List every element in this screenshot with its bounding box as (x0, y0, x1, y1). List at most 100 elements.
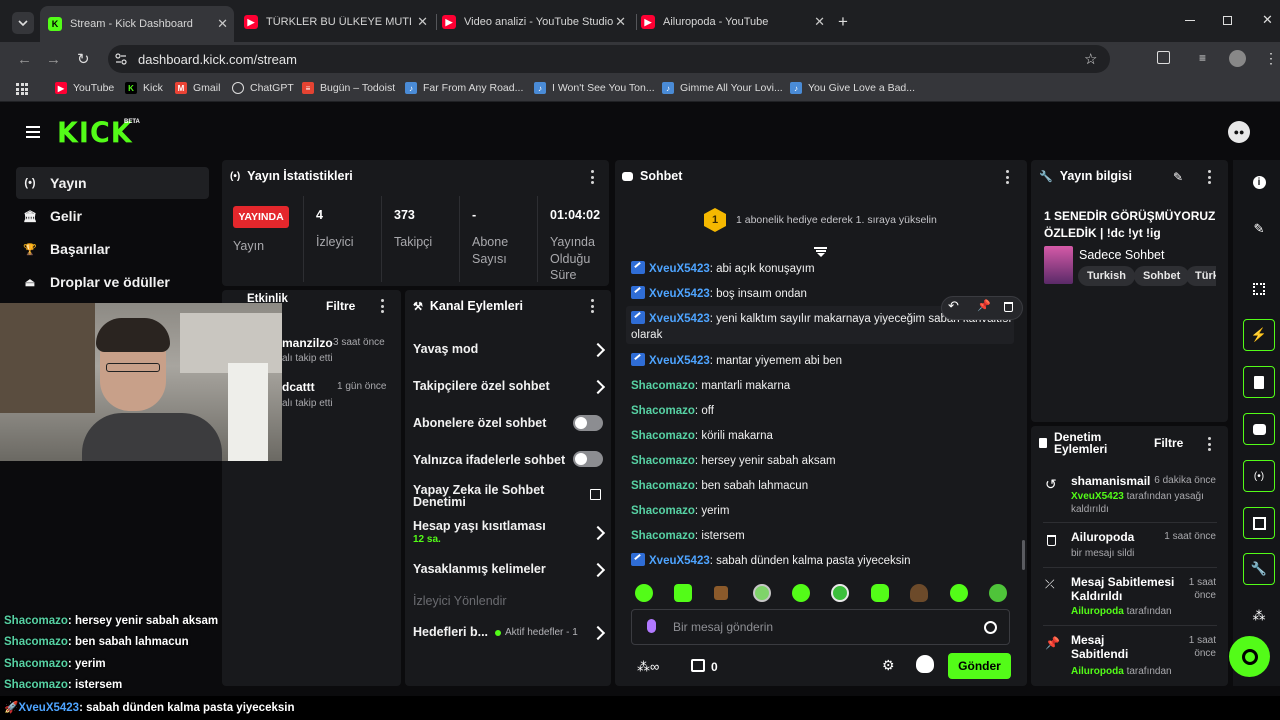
bookmark-gmail[interactable]: M Gmail (175, 82, 220, 94)
new-tab-button[interactable]: + (838, 12, 848, 32)
profile-avatar[interactable] (1229, 50, 1246, 67)
emote-icon[interactable] (635, 584, 653, 602)
banned-words-item[interactable]: Yasaklanmış kelimeler (413, 562, 606, 578)
document-icon[interactable] (1243, 366, 1275, 398)
more-options-icon[interactable] (1207, 437, 1211, 451)
sidebar-item-basarilar[interactable]: 🏆 Başarılar (16, 233, 209, 265)
emoji-picker-icon[interactable] (984, 621, 997, 634)
broadcast-icon[interactable]: (•) (1243, 460, 1275, 492)
close-tab-icon[interactable]: ✕ (217, 16, 228, 32)
stream-tag[interactable]: Turkish (1078, 266, 1135, 286)
chat-message[interactable]: XveuX5423: abi açık konuşayım (631, 261, 1016, 277)
category-name[interactable]: Sadece Sohbet (1079, 248, 1165, 262)
more-apps-icon[interactable]: ⁂ (1243, 600, 1275, 632)
bookmark-youtube[interactable]: ▶ YouTube (55, 82, 114, 94)
back-icon[interactable]: ← (17, 51, 32, 68)
sidebar-item-yayin[interactable]: (•) Yayın (16, 167, 209, 199)
chat-scrollbar[interactable] (1022, 540, 1025, 570)
emote-icon[interactable] (753, 584, 771, 602)
bookmark-star-icon[interactable]: ☆ (1084, 50, 1097, 68)
activity-filter-button[interactable]: Filtre (326, 299, 355, 313)
slow-mode-item[interactable]: Yavaş mod (413, 342, 606, 358)
apps-grid-icon[interactable] (16, 83, 28, 95)
chat-message[interactable]: XveuX5423: mantar yiyemem abi ben (631, 353, 1016, 369)
media-control-icon[interactable]: ≡ (1199, 51, 1206, 65)
support-button[interactable] (1229, 636, 1270, 677)
emote-icon[interactable] (989, 584, 1007, 602)
emote-menu-icon[interactable] (916, 655, 934, 673)
microphone-icon[interactable] (647, 619, 656, 633)
hamburger-menu-icon[interactable] (26, 126, 40, 138)
browser-tab-youtube-1[interactable]: ▶ TÜRKLER BU ÜLKEYE MUTLAKA ✕ (244, 9, 434, 35)
bookmark-chatgpt[interactable]: ChatGPT (232, 82, 294, 94)
chat-bubble-icon[interactable] (1243, 413, 1275, 445)
emote-icon[interactable] (674, 584, 692, 602)
bookmark-song-4[interactable]: ♪ You Give Love a Bad... (790, 82, 915, 94)
chat-message[interactable]: Shacomazo: hersey yenir sabah aksam (631, 453, 1016, 469)
chat-tools-icon[interactable]: ⁂∞ (637, 659, 659, 675)
browser-tab-youtube-studio[interactable]: ▶ Video analizi - YouTube Studio ✕ (442, 9, 632, 35)
followers-only-chat-item[interactable]: Takipçilere özel sohbet (413, 379, 606, 395)
send-button[interactable]: Gönder (948, 653, 1011, 679)
tab-search-button[interactable] (12, 12, 34, 34)
pinned-collapse-icon[interactable] (814, 247, 827, 257)
chat-message[interactable]: Shacomazo: körili makarna (631, 428, 1016, 444)
chat-message[interactable]: Shacomazo: istersem (631, 528, 1016, 544)
bookmark-song-1[interactable]: ♪ Far From Any Road... (405, 82, 523, 94)
browser-tab-kick[interactable]: K Stream - Kick Dashboard ✕ (40, 6, 234, 42)
more-options-icon[interactable] (590, 170, 594, 184)
account-age-item[interactable]: Hesap yaşı kısıtlaması (413, 519, 606, 541)
close-tab-icon[interactable]: ✕ (814, 14, 825, 30)
emote-icon[interactable] (910, 584, 928, 602)
bookmark-kick[interactable]: K Kick (125, 82, 163, 94)
sidebar-item-droplar[interactable]: ⏏ Droplar ve ödüller (16, 266, 209, 298)
delete-message-icon[interactable] (1004, 302, 1013, 312)
kick-logo[interactable]: KICK (57, 117, 133, 150)
emote-icon[interactable] (792, 584, 810, 602)
layout-icon[interactable] (1243, 507, 1275, 539)
url-field[interactable]: dashboard.kick.com/stream (108, 45, 1110, 73)
more-options-icon[interactable] (380, 299, 384, 313)
more-options-icon[interactable] (590, 299, 594, 313)
close-window-icon[interactable]: ✕ (1262, 12, 1273, 28)
stream-tag[interactable]: Sohbet (1134, 266, 1190, 286)
emote-icon[interactable] (714, 586, 728, 600)
user-avatar[interactable]: ●● (1228, 121, 1250, 143)
browser-tab-youtube-2[interactable]: ▶ Ailuropoda - YouTube ✕ (641, 9, 831, 35)
bookmark-song-2[interactable]: ♪ I Won't See You Ton... (534, 82, 655, 94)
lightning-icon[interactable]: ⚡ (1243, 319, 1275, 351)
extensions-icon[interactable] (1157, 51, 1170, 64)
edit-pencil-icon[interactable]: ✎ (1173, 170, 1183, 184)
camera-scan-icon[interactable] (1243, 273, 1275, 305)
chat-message[interactable]: Shacomazo: mantarli makarna (631, 378, 1016, 394)
stream-tag[interactable]: Türk (1186, 266, 1216, 286)
ai-moderation-item[interactable]: Yapay Zeka ile Sohbet Denetimi (413, 484, 563, 509)
emote-icon[interactable] (950, 584, 968, 602)
subscribers-only-toggle[interactable] (573, 415, 603, 431)
site-info-icon[interactable] (115, 53, 127, 65)
chat-message[interactable]: Shacomazo: ben sabah lahmacun (631, 478, 1016, 494)
chat-message[interactable]: Shacomazo: off (631, 403, 1016, 419)
close-tab-icon[interactable]: ✕ (615, 14, 626, 30)
forward-icon[interactable]: → (46, 51, 61, 68)
chat-message[interactable]: Shacomazo: yerim (631, 503, 1016, 519)
pin-icon[interactable]: 📌 (977, 299, 991, 312)
browser-menu-icon[interactable]: ⋮ (1264, 50, 1278, 67)
moderation-filter-button[interactable]: Filtre (1154, 436, 1183, 450)
close-tab-icon[interactable]: ✕ (417, 14, 428, 30)
minimize-window-icon[interactable] (1185, 20, 1195, 21)
more-options-icon[interactable] (1005, 170, 1009, 184)
bookmark-todoist[interactable]: ≡ Bugün – Todoist (302, 82, 395, 94)
maximize-window-icon[interactable] (1223, 16, 1232, 25)
reload-icon[interactable]: ↻ (77, 50, 90, 68)
gift-leaderboard-text[interactable]: 1 abonelik hediye ederek 1. sıraya yükse… (736, 214, 937, 226)
emote-icon[interactable] (831, 584, 849, 602)
bookmark-song-3[interactable]: ♪ Gimme All Your Lovi... (662, 82, 783, 94)
emote-only-toggle[interactable] (573, 451, 603, 467)
undo-icon[interactable]: ↶ (948, 298, 959, 314)
sidebar-item-gelir[interactable]: 🏛 Gelir (16, 200, 209, 232)
store-icon[interactable] (691, 659, 705, 672)
more-options-icon[interactable] (1207, 170, 1211, 184)
edit-pencil-icon[interactable]: ✎ (1243, 213, 1275, 245)
info-icon[interactable]: i (1243, 166, 1275, 198)
